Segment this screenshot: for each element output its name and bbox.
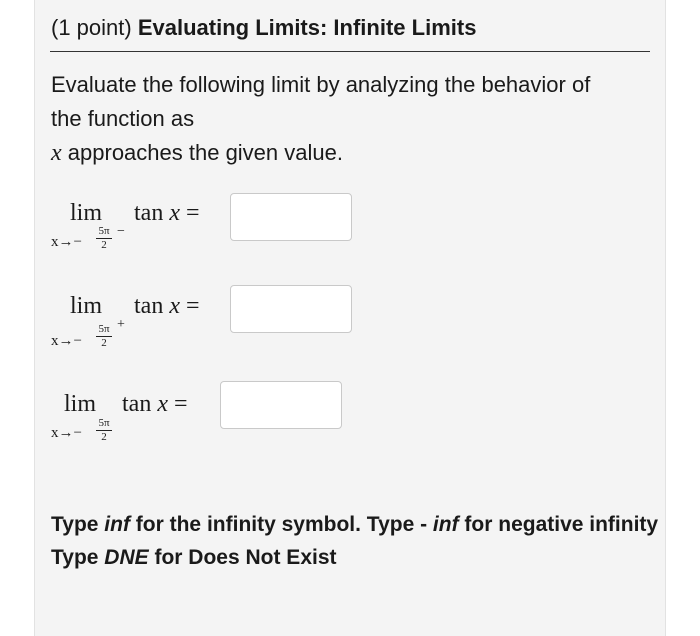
limit-side-sign: + <box>117 317 125 332</box>
answer-input-3[interactable] <box>220 381 342 429</box>
page: (1 point) Evaluating Limits: Infinite Li… <box>0 0 700 636</box>
instructions: Type inf for the infinity symbol. Type -… <box>51 508 661 574</box>
answer-input-2[interactable] <box>230 285 352 333</box>
fraction-numerator: 5π <box>98 417 110 429</box>
limit-arrow: x→− <box>51 333 82 349</box>
fraction-denominator: 2 <box>101 431 107 443</box>
points-label: (1 point) <box>51 15 132 40</box>
limit-function: tan x = <box>122 391 188 417</box>
fraction-numerator: 5π <box>98 225 110 237</box>
instruction-dne: Type DNE for Does Not Exist <box>51 546 337 569</box>
prompt-line-1: Evaluate the following limit by analyzin… <box>51 72 591 97</box>
instruction-infinity: Type inf for the infinity symbol. Type -… <box>51 513 659 536</box>
prompt-variable: x <box>51 140 62 166</box>
fraction-numerator: 5π <box>98 323 110 335</box>
limit-fraction: 5π 2 <box>96 418 112 443</box>
lim-label: lim <box>70 200 103 226</box>
prompt-line-3: x approaches the given value. <box>51 140 343 166</box>
limit-fraction: 5π 2 <box>96 324 112 349</box>
problem-header: (1 point) Evaluating Limits: Infinite Li… <box>51 14 476 42</box>
limit-side-sign: − <box>117 224 125 239</box>
prompt-line-2: the function as <box>51 106 195 131</box>
problem-title: Evaluating Limits: Infinite Limits <box>137 15 477 40</box>
limit-arrow: x→− <box>51 234 82 250</box>
limit-fraction: 5π 2 <box>96 226 112 251</box>
header-divider <box>50 51 650 52</box>
limit-arrow: x→− <box>51 425 82 441</box>
lim-label: lim <box>70 293 103 319</box>
answer-input-1[interactable] <box>230 193 352 241</box>
limit-function: tan x = <box>134 200 200 226</box>
fraction-denominator: 2 <box>101 337 107 349</box>
fraction-denominator: 2 <box>101 239 107 251</box>
lim-label: lim <box>64 391 97 417</box>
problem-prompt: Evaluate the following limit by analyzin… <box>51 68 651 170</box>
limit-function: tan x = <box>134 293 200 319</box>
